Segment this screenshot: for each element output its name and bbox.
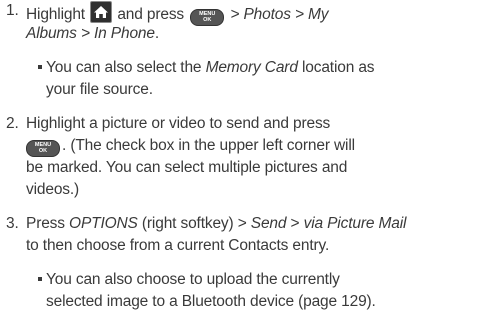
memory-card-term: Memory Card (205, 59, 298, 76)
step-number: 2. (6, 115, 19, 132)
options-softkey-term: OPTIONS (69, 215, 138, 232)
menu-path: Albums > In Phone (26, 25, 155, 42)
menu-path: via Picture Mail (303, 215, 407, 232)
home-icon (90, 1, 113, 23)
menu-path: > Photos > My (230, 6, 329, 23)
bullet-icon (38, 64, 42, 69)
menu-path: Send (250, 215, 287, 232)
step-text: Highlight (26, 6, 85, 23)
step-text: and press (117, 6, 185, 23)
menu-ok-key-icon: MENU OK (190, 9, 225, 26)
step-number: 1. (6, 2, 19, 19)
instructions-page: 1. Highlight and press MENU OK > Photos >… (6, 1, 407, 310)
step-number: 3. (6, 215, 19, 232)
menu-ok-key-icon: MENU OK (26, 140, 60, 157)
bullet-icon (38, 276, 42, 281)
